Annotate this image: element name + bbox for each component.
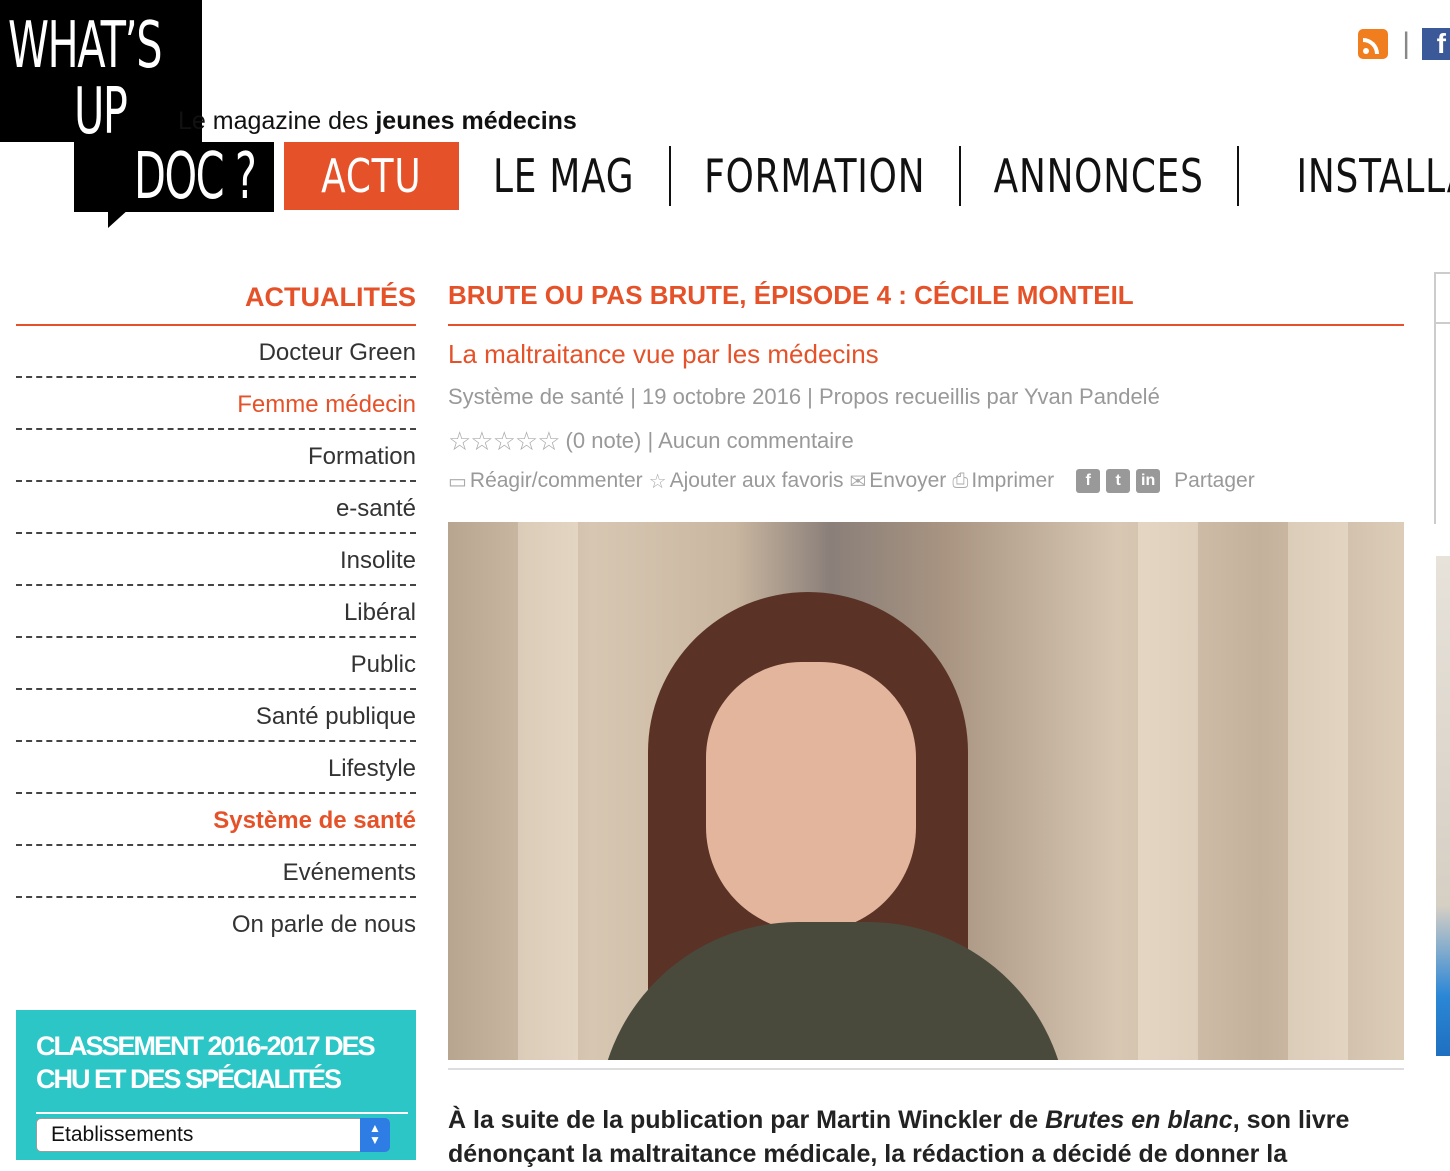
rss-icon[interactable] <box>1358 29 1389 59</box>
nav-actu-label: ACTU <box>321 149 422 203</box>
share-label[interactable]: Partager <box>1174 469 1255 493</box>
sidebar-item-sante-publique[interactable]: Santé publique <box>16 690 416 742</box>
select-arrows-icon[interactable]: ▲ ▼ <box>360 1118 390 1152</box>
article: BRUTE OU PAS BRUTE, ÉPISODE 4 : CÉCILE M… <box>448 270 1404 498</box>
sidebar-item-femme-medecin[interactable]: Femme médecin <box>16 378 416 430</box>
nav-installation-label: INSTALLAT <box>1296 149 1450 203</box>
article-actions: ▭ Réagir/commenter ☆ Ajouter aux favoris ✉… <box>448 464 1404 498</box>
site-tagline: Le magazine des jeunes médecins <box>178 107 577 136</box>
sidebar-item-e-sante[interactable]: e-santé <box>16 482 416 534</box>
sidebar-item-liberal[interactable]: Libéral <box>16 586 416 638</box>
ranking-underline <box>36 1112 408 1114</box>
establishments-select-value: Etablissements <box>51 1123 194 1146</box>
envelope-icon: ✉ <box>849 470 867 493</box>
comment-icon: ▭ <box>448 470 467 493</box>
photo-column <box>1138 522 1198 1060</box>
nav-le-mag-label: LE MAG <box>493 149 635 203</box>
print-label: Imprimer <box>971 469 1055 492</box>
print-button[interactable]: ⎙ Imprimer <box>952 469 1054 493</box>
article-rating: ☆☆☆☆☆ (0 note) | Aucun commentaire <box>448 424 1404 458</box>
nav-formation[interactable]: FORMATION <box>671 142 959 210</box>
send-label: Envoyer <box>869 469 947 492</box>
establishments-select[interactable]: Etablissements ▲ ▼ <box>36 1118 390 1152</box>
photo-column <box>518 522 578 1060</box>
photo-divider <box>448 1068 1404 1070</box>
sidebar-item-on-parle-de-nous[interactable]: On parle de nous <box>16 898 416 948</box>
favorite-button[interactable]: ☆ Ajouter aux favoris <box>649 469 844 494</box>
logo-text-line2: UP <box>74 75 128 149</box>
send-button[interactable]: ✉ Envoyer <box>850 469 947 494</box>
nav-formation-label: FORMATION <box>704 149 926 203</box>
sidebar: ACTUALITÉS Docteur Green Femme médecin F… <box>16 270 416 948</box>
sidebar-item-lifestyle[interactable]: Lifestyle <box>16 742 416 794</box>
article-lead: À la suite de la publication par Martin … <box>448 1103 1404 1171</box>
nav-le-mag[interactable]: LE MAG <box>459 142 669 210</box>
nav-annonces[interactable]: ANNONCES <box>961 142 1237 210</box>
sidebar-item-systeme-de-sante[interactable]: Système de santé <box>16 794 416 846</box>
sidebar-item-formation[interactable]: Formation <box>16 430 416 482</box>
photo-column <box>1288 522 1348 1060</box>
article-subtitle: La maltraitance vue par les médecins <box>448 339 879 369</box>
comment-label: Réagir/commenter <box>469 469 643 492</box>
photo-face <box>706 662 916 932</box>
nav-actu[interactable]: ACTU <box>284 142 459 210</box>
nav-annonces-label: ANNONCES <box>993 149 1205 203</box>
twitter-share-icon[interactable]: t <box>1106 469 1131 493</box>
logo-speech-tail <box>108 208 130 228</box>
ranking-title[interactable]: CLASSEMENT 2016-2017 DES CHU ET DES SPÉC… <box>36 1030 408 1096</box>
right-sidebar-image[interactable] <box>1436 556 1450 1056</box>
comment-button[interactable]: ▭ Réagir/commenter <box>448 469 643 494</box>
lead-book-title: Brutes en blanc <box>1045 1106 1233 1134</box>
main-nav: ACTU LE MAG FORMATION ANNONCES INSTALLAT <box>284 142 1450 210</box>
article-meta: Système de santé | 19 octobre 2016 | Pro… <box>448 384 1160 409</box>
header-separator: | <box>1402 27 1410 60</box>
right-panel-divider <box>1436 322 1450 324</box>
rating-text[interactable]: (0 note) | Aucun commentaire <box>566 424 854 458</box>
sidebar-item-insolite[interactable]: Insolite <box>16 534 416 586</box>
favorite-label: Ajouter aux favoris <box>669 469 844 492</box>
right-sidebar-panel <box>1434 272 1450 524</box>
linkedin-share-icon[interactable]: in <box>1136 469 1161 493</box>
rating-stars-icon[interactable]: ☆☆☆☆☆ <box>448 424 561 458</box>
facebook-share-icon[interactable]: f <box>1076 469 1101 493</box>
tagline-bold: jeunes médecins <box>375 107 577 135</box>
sidebar-item-evenements[interactable]: Evénements <box>16 846 416 898</box>
printer-icon: ⎙ <box>952 469 969 492</box>
nav-installation[interactable]: INSTALLAT <box>1239 142 1450 210</box>
logo-text-line1: WHAT’S <box>8 9 163 83</box>
article-photo <box>448 522 1404 1060</box>
lead-part1: À la suite de la publication par Martin … <box>448 1106 1046 1134</box>
article-kicker: BRUTE OU PAS BRUTE, ÉPISODE 4 : CÉCILE M… <box>448 270 1404 326</box>
logo-text-line3: DOC ? <box>134 140 257 214</box>
tagline-prefix: Le magazine des <box>178 107 376 135</box>
facebook-icon[interactable]: f <box>1422 28 1450 60</box>
sidebar-item-docteur-green[interactable]: Docteur Green <box>16 326 416 378</box>
header-social-icons: | f <box>1358 27 1450 60</box>
star-icon: ☆ <box>648 470 667 493</box>
sidebar-item-public[interactable]: Public <box>16 638 416 690</box>
sidebar-title: ACTUALITÉS <box>16 270 416 326</box>
